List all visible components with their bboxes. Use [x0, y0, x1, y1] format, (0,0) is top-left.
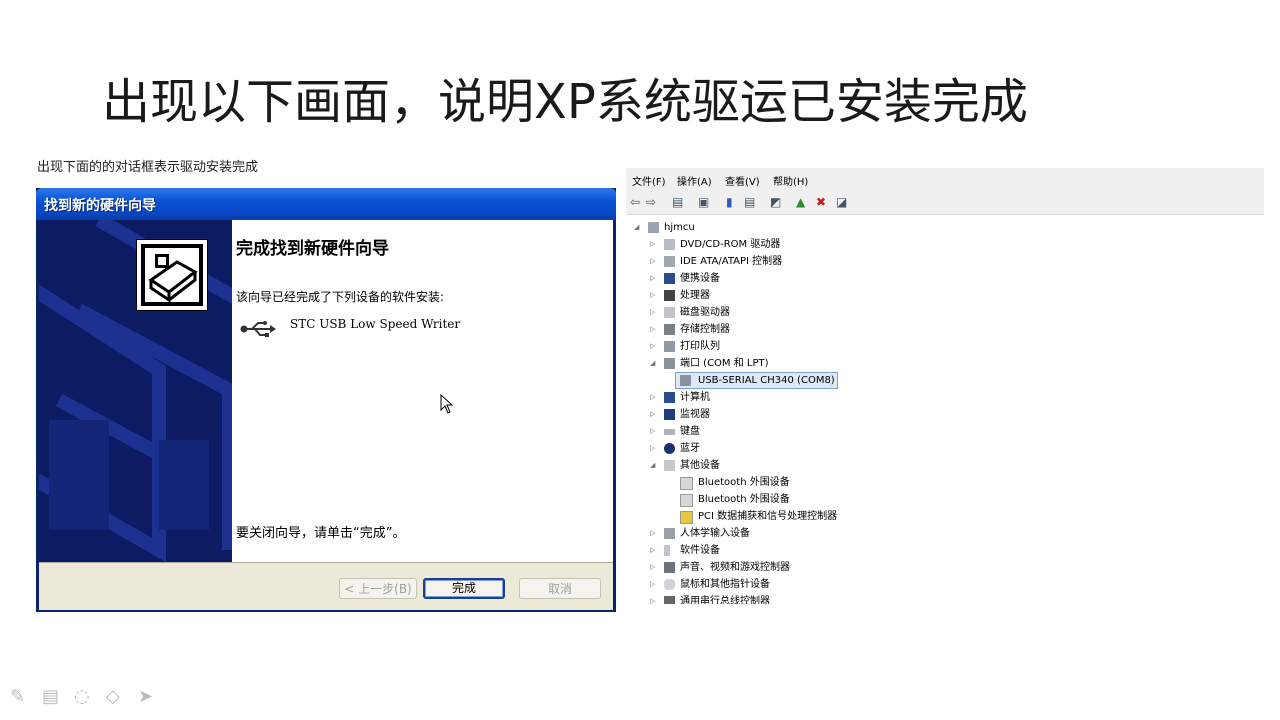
port-icon — [664, 358, 675, 369]
mouse-icon — [664, 579, 675, 590]
expand-arrow-icon[interactable]: ▷ — [650, 440, 655, 457]
wizard-body: 完成找到新硬件向导 该向导已经完成了下列设备的软件安装: STC USB Low… — [39, 220, 613, 610]
tree-node-ch340[interactable]: USB-SERIAL CH340 (COM8) — [626, 372, 886, 389]
expand-arrow-icon[interactable]: ▷ — [650, 389, 655, 406]
wizard-message: 该向导已经完成了下列设备的软件安装: — [236, 290, 445, 304]
properties-icon[interactable]: ▣ — [698, 195, 709, 209]
new-hardware-wizard-window: 找到新的硬件向导 完成找到新硬件向导 该向导已经完成了下列设备的软件安装: ST… — [36, 188, 616, 612]
console-tree-icon[interactable]: ▤ — [672, 195, 683, 209]
processor-icon — [664, 290, 675, 301]
device-manager-window: 文件(F) 操作(A) 查看(V) 帮助(H) ⇦ ⇨ ▤ ▣ ▮ ▤ ◩ ▲ … — [626, 168, 1264, 604]
expand-arrow-icon[interactable]: ▷ — [650, 559, 655, 576]
action-pane-icon[interactable]: ▤ — [744, 195, 755, 209]
expand-arrow-icon[interactable]: ▷ — [650, 576, 655, 593]
back-button[interactable]: < 上一步(B) — [339, 578, 417, 599]
forward-arrow-icon[interactable]: ⇨ — [646, 195, 656, 209]
collapse-arrow-icon[interactable]: ◢ — [650, 355, 655, 372]
toolbar: ⇦ ⇨ ▤ ▣ ▮ ▤ ◩ ▲ ✖ ◪ — [626, 190, 1264, 215]
collapse-arrow-icon[interactable]: ◢ — [650, 457, 655, 474]
expand-arrow-icon[interactable]: ▷ — [650, 253, 655, 270]
lasso-icon[interactable]: ◌ — [74, 686, 90, 707]
slide-title: 出现以下画面，说明XP系统驱运已安装完成 — [102, 74, 1028, 130]
expand-arrow-icon[interactable]: ▷ — [650, 236, 655, 253]
warning-device-icon — [680, 494, 693, 507]
wizard-button-bar: < 上一步(B) 完成 取消 — [39, 562, 613, 610]
keyboard-icon — [664, 429, 675, 435]
update-driver-icon[interactable]: ▲ — [796, 195, 805, 209]
expand-arrow-icon[interactable]: ▷ — [650, 525, 655, 542]
wizard-content: 完成找到新硬件向导 该向导已经完成了下列设备的软件安装: STC USB Low… — [232, 220, 613, 562]
presentation-toolbar: ✎ ▤ ◌ ◇ ➤ — [10, 686, 170, 712]
usb-icon — [240, 320, 276, 342]
ide-icon — [664, 256, 675, 267]
sound-icon — [664, 562, 675, 573]
device-tree: ◢ hjmcu ▷ DVD/CD-ROM 驱动器 ▷ IDE ATA/ATAPI… — [626, 214, 1264, 604]
expand-arrow-icon[interactable]: ▷ — [650, 270, 655, 287]
expand-arrow-icon[interactable]: ▷ — [650, 321, 655, 338]
wizard-sidebar-graphic — [39, 220, 232, 562]
expand-arrow-icon[interactable]: ▷ — [650, 338, 655, 355]
hid-icon — [664, 528, 675, 539]
scan-hardware-icon[interactable]: ◩ — [770, 195, 781, 209]
warning-device-icon — [680, 477, 693, 490]
cancel-button[interactable]: 取消 — [519, 578, 601, 599]
port-icon — [680, 375, 691, 386]
highlighter-icon[interactable]: ▤ — [42, 686, 59, 707]
monitor-icon — [664, 409, 675, 420]
wizard-titlebar[interactable]: 找到新的硬件向导 — [36, 188, 616, 220]
computer-icon — [664, 392, 675, 403]
hardware-wizard-icon — [136, 239, 208, 311]
wizard-closing-text: 要关闭向导，请单击“完成”。 — [236, 526, 406, 541]
dvd-icon — [664, 239, 675, 250]
eraser-icon[interactable]: ◇ — [106, 686, 120, 707]
collapse-arrow-icon[interactable]: ◢ — [634, 219, 639, 236]
printer-icon — [664, 341, 675, 352]
menu-file[interactable]: 文件(F) — [632, 173, 666, 188]
unknown-device-icon — [664, 460, 675, 471]
uninstall-icon[interactable]: ✖ — [816, 195, 826, 209]
expand-arrow-icon[interactable]: ▷ — [650, 287, 655, 304]
warning-device-icon — [680, 511, 693, 524]
portable-device-icon — [664, 273, 675, 284]
pen-icon[interactable]: ✎ — [10, 686, 25, 707]
expand-arrow-icon[interactable]: ▷ — [650, 593, 655, 604]
back-arrow-icon[interactable]: ⇦ — [630, 195, 640, 209]
usb-icon — [664, 596, 675, 604]
wizard-device-name: STC USB Low Speed Writer — [290, 317, 461, 331]
software-device-icon — [664, 545, 670, 556]
help-icon[interactable]: ▮ — [726, 195, 733, 209]
pointer-icon[interactable]: ➤ — [138, 686, 153, 707]
mouse-pointer-icon — [440, 393, 454, 418]
finish-button[interactable]: 完成 — [423, 578, 505, 599]
expand-arrow-icon[interactable]: ▷ — [650, 423, 655, 440]
menu-bar: 文件(F) 操作(A) 查看(V) 帮助(H) — [626, 168, 1264, 190]
computer-icon — [648, 222, 659, 233]
slide-caption: 出现下面的的对话框表示驱动安装完成 — [37, 160, 259, 175]
expand-arrow-icon[interactable]: ▷ — [650, 542, 655, 559]
wizard-heading: 完成找到新硬件向导 — [236, 239, 389, 259]
storage-controller-icon — [664, 324, 675, 335]
expand-arrow-icon[interactable]: ▷ — [650, 406, 655, 423]
menu-view[interactable]: 查看(V) — [725, 173, 760, 188]
expand-arrow-icon[interactable]: ▷ — [650, 304, 655, 321]
wizard-title: 找到新的硬件向导 — [44, 198, 156, 214]
disable-device-icon[interactable]: ◪ — [836, 195, 847, 209]
menu-help[interactable]: 帮助(H) — [773, 173, 808, 188]
disk-icon — [664, 307, 675, 318]
menu-action[interactable]: 操作(A) — [677, 173, 712, 188]
bluetooth-icon — [664, 443, 675, 454]
